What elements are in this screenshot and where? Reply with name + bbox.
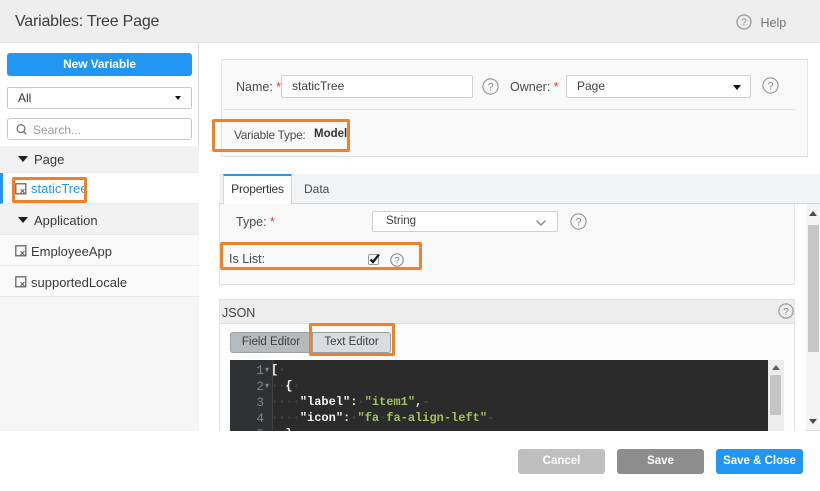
svg-text:?: ? <box>575 217 581 229</box>
svg-text:?: ? <box>783 306 789 318</box>
svg-text:?: ? <box>741 18 747 29</box>
svg-text:?: ? <box>487 82 493 94</box>
svg-text:?: ? <box>767 81 773 93</box>
